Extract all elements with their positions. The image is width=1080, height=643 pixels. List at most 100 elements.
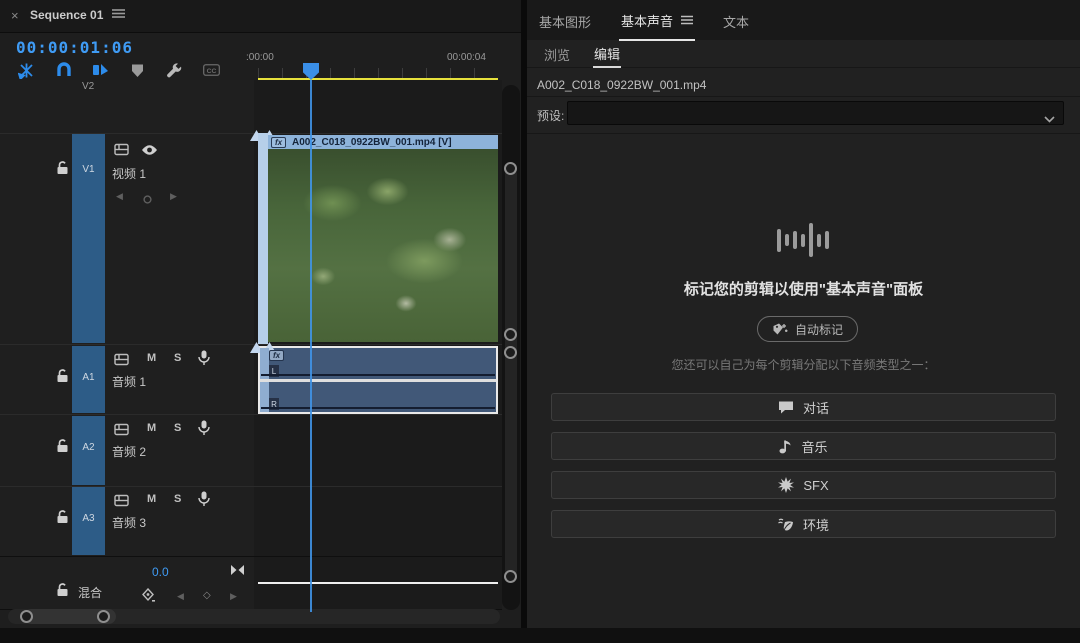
voiceover-mic-icon[interactable] bbox=[198, 350, 210, 371]
ambience-label: 环境 bbox=[803, 515, 829, 534]
track-name-a2[interactable]: 音频 2 bbox=[112, 443, 146, 460]
zoom-handle-left[interactable] bbox=[20, 610, 33, 623]
volume-rubber-band[interactable] bbox=[261, 407, 495, 409]
sfx-label: SFX bbox=[803, 478, 828, 493]
panel-menu-icon[interactable] bbox=[681, 15, 693, 25]
panel-tab-bar: 基本图形 基本声音 文本 bbox=[527, 0, 1080, 40]
zoom-handle-right[interactable] bbox=[97, 610, 110, 623]
mute-button[interactable]: M bbox=[147, 352, 156, 364]
assign-type-hint: 您还可以自己为每个剪辑分配以下音频类型之一： bbox=[527, 356, 1080, 373]
prev-keyframe-icon[interactable]: ◀ bbox=[177, 591, 184, 602]
timeline-settings-wrench-icon[interactable] bbox=[166, 62, 183, 79]
track-lock-icon[interactable] bbox=[56, 369, 69, 388]
scrollbar-thumb[interactable] bbox=[505, 352, 517, 577]
voiceover-mic-icon[interactable] bbox=[198, 420, 210, 441]
video-clip-title-bar: fx A002_C018_0922BW_001.mp4 [V] bbox=[268, 135, 498, 149]
time-ruler[interactable] bbox=[258, 68, 498, 78]
sound-subtabs: 浏览 编辑 bbox=[527, 40, 1080, 68]
fx-badge-icon[interactable]: fx bbox=[271, 137, 286, 148]
tab-essential-sound[interactable]: 基本声音 bbox=[619, 0, 695, 41]
preset-label: 预设: bbox=[537, 107, 564, 124]
nest-insert-icon[interactable] bbox=[18, 62, 35, 79]
track-target-a2[interactable]: A2 bbox=[72, 416, 105, 485]
track-height-handle[interactable] bbox=[504, 162, 517, 175]
solo-button[interactable]: S bbox=[174, 493, 181, 505]
voiceover-mic-icon[interactable] bbox=[198, 491, 210, 512]
tab-text[interactable]: 文本 bbox=[721, 1, 751, 40]
playhead-timecode[interactable]: 00:00:01:06 bbox=[16, 38, 133, 57]
add-keyframe-dot-icon[interactable] bbox=[143, 191, 152, 209]
timeline-tab-bar: × Sequence 01 bbox=[0, 0, 521, 33]
next-keyframe-icon[interactable]: ▶ bbox=[170, 191, 177, 202]
svg-text:CC: CC bbox=[207, 68, 217, 75]
music-button[interactable]: 音乐 bbox=[551, 432, 1056, 460]
preset-dropdown[interactable] bbox=[567, 101, 1064, 125]
volume-rubber-band[interactable] bbox=[261, 374, 495, 376]
dialogue-button[interactable]: 对话 bbox=[551, 393, 1056, 421]
essential-sound-panel: 基本图形 基本声音 文本 浏览 编辑 A002_C018_0922BW_001.… bbox=[527, 0, 1080, 628]
track-name-a3[interactable]: 音频 3 bbox=[112, 514, 146, 531]
track-lock-icon[interactable] bbox=[56, 161, 69, 180]
track-target-a3[interactable]: A3 bbox=[72, 487, 105, 555]
snap-magnet-icon[interactable] bbox=[55, 62, 72, 79]
ambience-button[interactable]: 环境 bbox=[551, 510, 1056, 538]
sync-lock-icon[interactable] bbox=[114, 353, 130, 371]
music-label: 音乐 bbox=[801, 437, 827, 456]
track-header-v2[interactable]: V2 bbox=[0, 80, 254, 133]
auto-tag-label: 自动标记 bbox=[795, 321, 843, 338]
master-track-header: 0.0 混合 ◀ ◇ ▶ bbox=[0, 556, 254, 610]
track-target-v1[interactable]: V1 bbox=[72, 134, 105, 343]
solo-button[interactable]: S bbox=[174, 352, 181, 364]
sfx-button[interactable]: SFX bbox=[551, 471, 1056, 499]
panel-menu-icon[interactable] bbox=[112, 7, 125, 22]
track-lock-icon[interactable] bbox=[56, 439, 69, 458]
clip-trim-handle[interactable] bbox=[258, 133, 268, 344]
collapse-bowtie-icon[interactable] bbox=[230, 563, 245, 581]
mute-button[interactable]: M bbox=[147, 422, 156, 434]
track-lock-icon[interactable] bbox=[56, 583, 69, 602]
mute-button[interactable]: M bbox=[147, 493, 156, 505]
fx-badge-icon[interactable]: fx bbox=[269, 350, 284, 361]
keyframe-diamond-icon[interactable]: ◇ bbox=[203, 590, 211, 601]
tab-essential-graphics[interactable]: 基本图形 bbox=[537, 1, 593, 40]
master-volume-line[interactable] bbox=[258, 582, 498, 584]
master-volume-value[interactable]: 0.0 bbox=[152, 565, 169, 579]
ruler-label-end: 00:00:04 bbox=[447, 52, 486, 63]
master-track-name[interactable]: 混合 bbox=[78, 584, 102, 601]
audio-clip[interactable]: fx L R bbox=[258, 346, 498, 414]
auto-tag-button[interactable]: 自动标记 bbox=[757, 316, 858, 342]
sync-lock-icon[interactable] bbox=[114, 143, 130, 161]
video-clip-name: A002_C018_0922BW_001.mp4 [V] bbox=[292, 137, 452, 148]
track-name-a1[interactable]: 音频 1 bbox=[112, 373, 146, 390]
track-id-v2[interactable]: V2 bbox=[82, 81, 94, 92]
sync-lock-icon[interactable] bbox=[114, 423, 130, 441]
sync-lock-icon[interactable] bbox=[114, 494, 130, 512]
video-clip[interactable]: fx A002_C018_0922BW_001.mp4 [V] bbox=[258, 133, 498, 344]
premiere-window: × Sequence 01 00:00:01:06 bbox=[0, 0, 1080, 643]
sequence-tab[interactable]: Sequence 01 bbox=[30, 8, 103, 22]
solo-button[interactable]: S bbox=[174, 422, 181, 434]
captions-cc-icon[interactable]: CC bbox=[203, 62, 220, 79]
track-lock-icon[interactable] bbox=[56, 510, 69, 529]
track-target-a1[interactable]: A1 bbox=[72, 346, 105, 413]
add-keyframe-icon[interactable] bbox=[142, 588, 155, 607]
vertical-scrollbar[interactable] bbox=[502, 85, 520, 610]
horizontal-scrollbar[interactable] bbox=[8, 609, 500, 624]
next-keyframe-icon[interactable]: ▶ bbox=[230, 591, 237, 602]
preset-value bbox=[568, 106, 574, 120]
prev-keyframe-icon[interactable]: ◀ bbox=[116, 191, 123, 202]
selected-clip-filename: A002_C018_0922BW_001.mp4 bbox=[537, 78, 706, 92]
track-header-v1: V1 视频 1 ◀ ▶ bbox=[0, 133, 254, 344]
toggle-track-output-eye-icon[interactable] bbox=[141, 143, 158, 161]
separator bbox=[527, 133, 1080, 134]
add-marker-icon[interactable] bbox=[129, 62, 146, 79]
track-height-handle[interactable] bbox=[504, 328, 517, 341]
subtab-browse[interactable]: 浏览 bbox=[543, 40, 571, 67]
track-header-a2: A2 M S 音频 2 bbox=[0, 415, 254, 486]
track-name-v1[interactable]: 视频 1 bbox=[112, 165, 146, 182]
track-height-handle[interactable] bbox=[504, 346, 517, 359]
track-height-handle[interactable] bbox=[504, 570, 517, 583]
close-tab-icon[interactable]: × bbox=[11, 8, 19, 23]
subtab-edit[interactable]: 编辑 bbox=[593, 39, 621, 68]
linked-selection-icon[interactable] bbox=[92, 62, 109, 79]
